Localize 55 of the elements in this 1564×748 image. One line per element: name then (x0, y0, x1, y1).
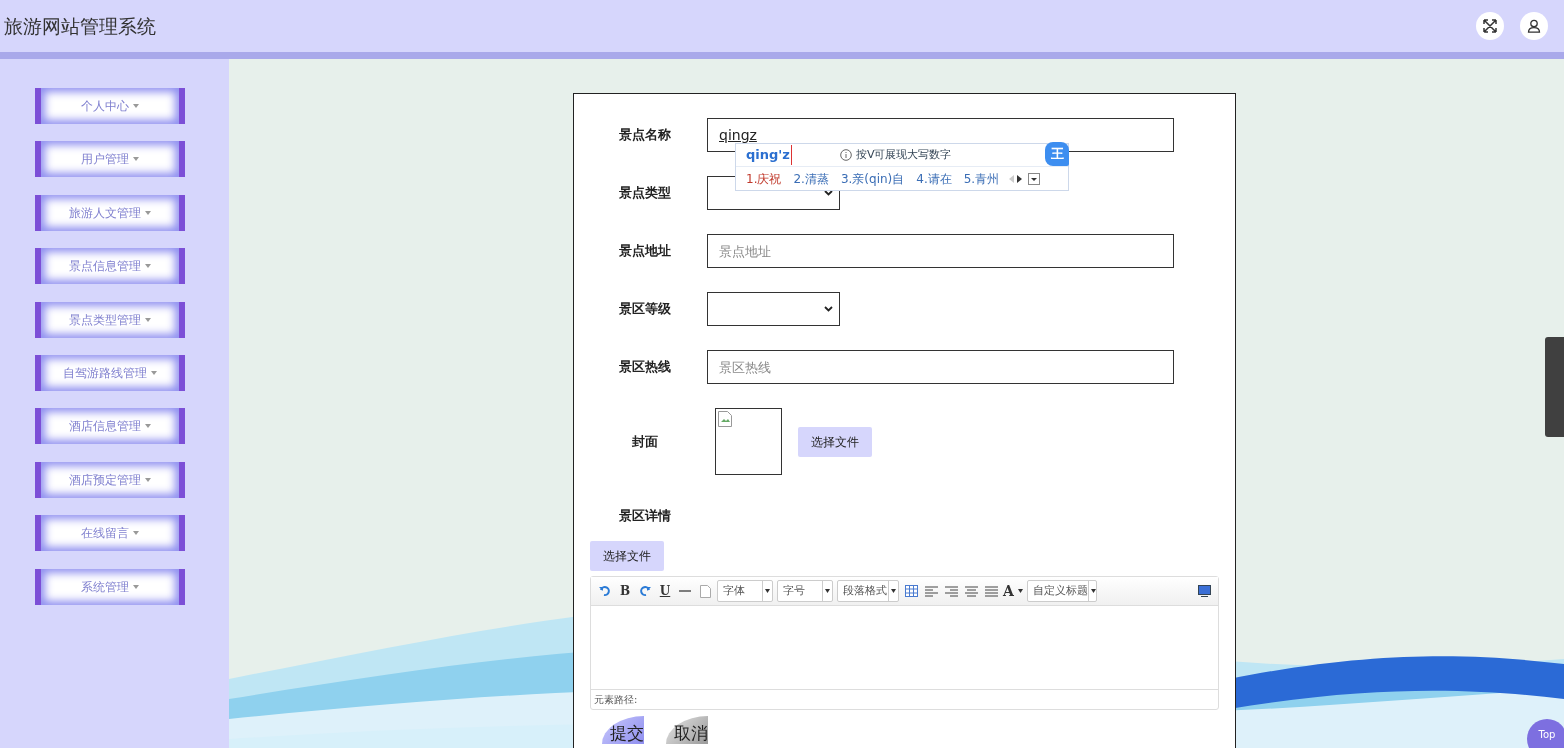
font-select[interactable]: 段落格式 (837, 580, 899, 602)
sidebar-item[interactable]: 个人中心 (35, 88, 185, 124)
submit-button[interactable]: 提交 (602, 716, 644, 744)
caret-icon (1017, 589, 1023, 593)
field-label: 景点名称 (618, 126, 672, 145)
chevron-icon (824, 190, 833, 196)
table-icon[interactable] (903, 582, 919, 600)
font-color-button[interactable]: A (1003, 582, 1014, 600)
field-label: 景点地址 (618, 242, 672, 261)
file-button[interactable]: 选择文件 (798, 426, 872, 457)
sidebar-item[interactable]: 景点信息管理 (35, 248, 185, 285)
file-button[interactable]: 选择文件 (590, 541, 664, 571)
sidebar-item[interactable]: 酒店预定管理 (35, 461, 185, 498)
fullscreen-icon[interactable] (1476, 12, 1504, 40)
underline-button[interactable]: U (657, 582, 673, 600)
chevron-icon (824, 306, 833, 312)
field-label: 景区详情 (618, 507, 672, 526)
field-label: 景点类型 (618, 184, 672, 203)
element-path-label: 元素路径: (591, 689, 1218, 709)
sidebar-item[interactable]: 自驾游路线管理 (35, 354, 185, 391)
input-field[interactable]: 景区热线 (707, 350, 1174, 384)
user-icon[interactable] (1520, 12, 1548, 40)
caret-icon (762, 581, 772, 601)
bold-button[interactable]: B (617, 582, 633, 600)
sidebar-item[interactable]: 在线留言 (35, 515, 185, 552)
info-icon (839, 149, 852, 161)
font-select[interactable]: 字号 (777, 580, 833, 602)
field-label: 景区热线 (618, 358, 672, 377)
document-icon[interactable] (697, 582, 713, 600)
caret-icon (1087, 581, 1098, 601)
field-label: 景区等级 (618, 300, 672, 319)
font-select[interactable]: 自定义标题 (1026, 580, 1097, 602)
font-select[interactable]: 字体 (717, 580, 773, 602)
image-placeholder (715, 408, 782, 475)
caret-icon (822, 581, 832, 601)
ime-composition: qing'z (746, 145, 792, 165)
ime-candidate[interactable]: 5.青州 (963, 170, 1000, 188)
app-title: 旅游网站管理系统 (4, 13, 156, 39)
sidebar-item[interactable]: 系统管理 (35, 568, 185, 605)
monitor-icon[interactable] (1196, 582, 1212, 600)
cancel-button[interactable]: 取消 (666, 716, 708, 744)
page-arrows-icon[interactable] (1007, 173, 1042, 185)
sidebar-item[interactable]: 用户管理 (35, 141, 185, 178)
caret-icon (888, 581, 898, 601)
sidebar-item[interactable]: 旅游人文管理 (35, 194, 185, 231)
ime-candidate[interactable]: 2.清蒸 (793, 170, 829, 188)
ime-logo: 王 (1045, 142, 1069, 166)
sidebar-item[interactable]: 景点类型管理 (35, 301, 185, 338)
input-field[interactable]: 景点地址 (707, 234, 1174, 268)
ime-candidate[interactable]: 3.亲(qin)自 (840, 170, 905, 188)
ime-candidate[interactable]: 1.庆祝 (746, 170, 782, 188)
field-label: 封面 (631, 432, 659, 451)
ime-candidate[interactable]: 4.请在 (916, 170, 952, 188)
sidebar-item[interactable]: 酒店信息管理 (35, 408, 185, 445)
select-field[interactable] (707, 292, 840, 326)
